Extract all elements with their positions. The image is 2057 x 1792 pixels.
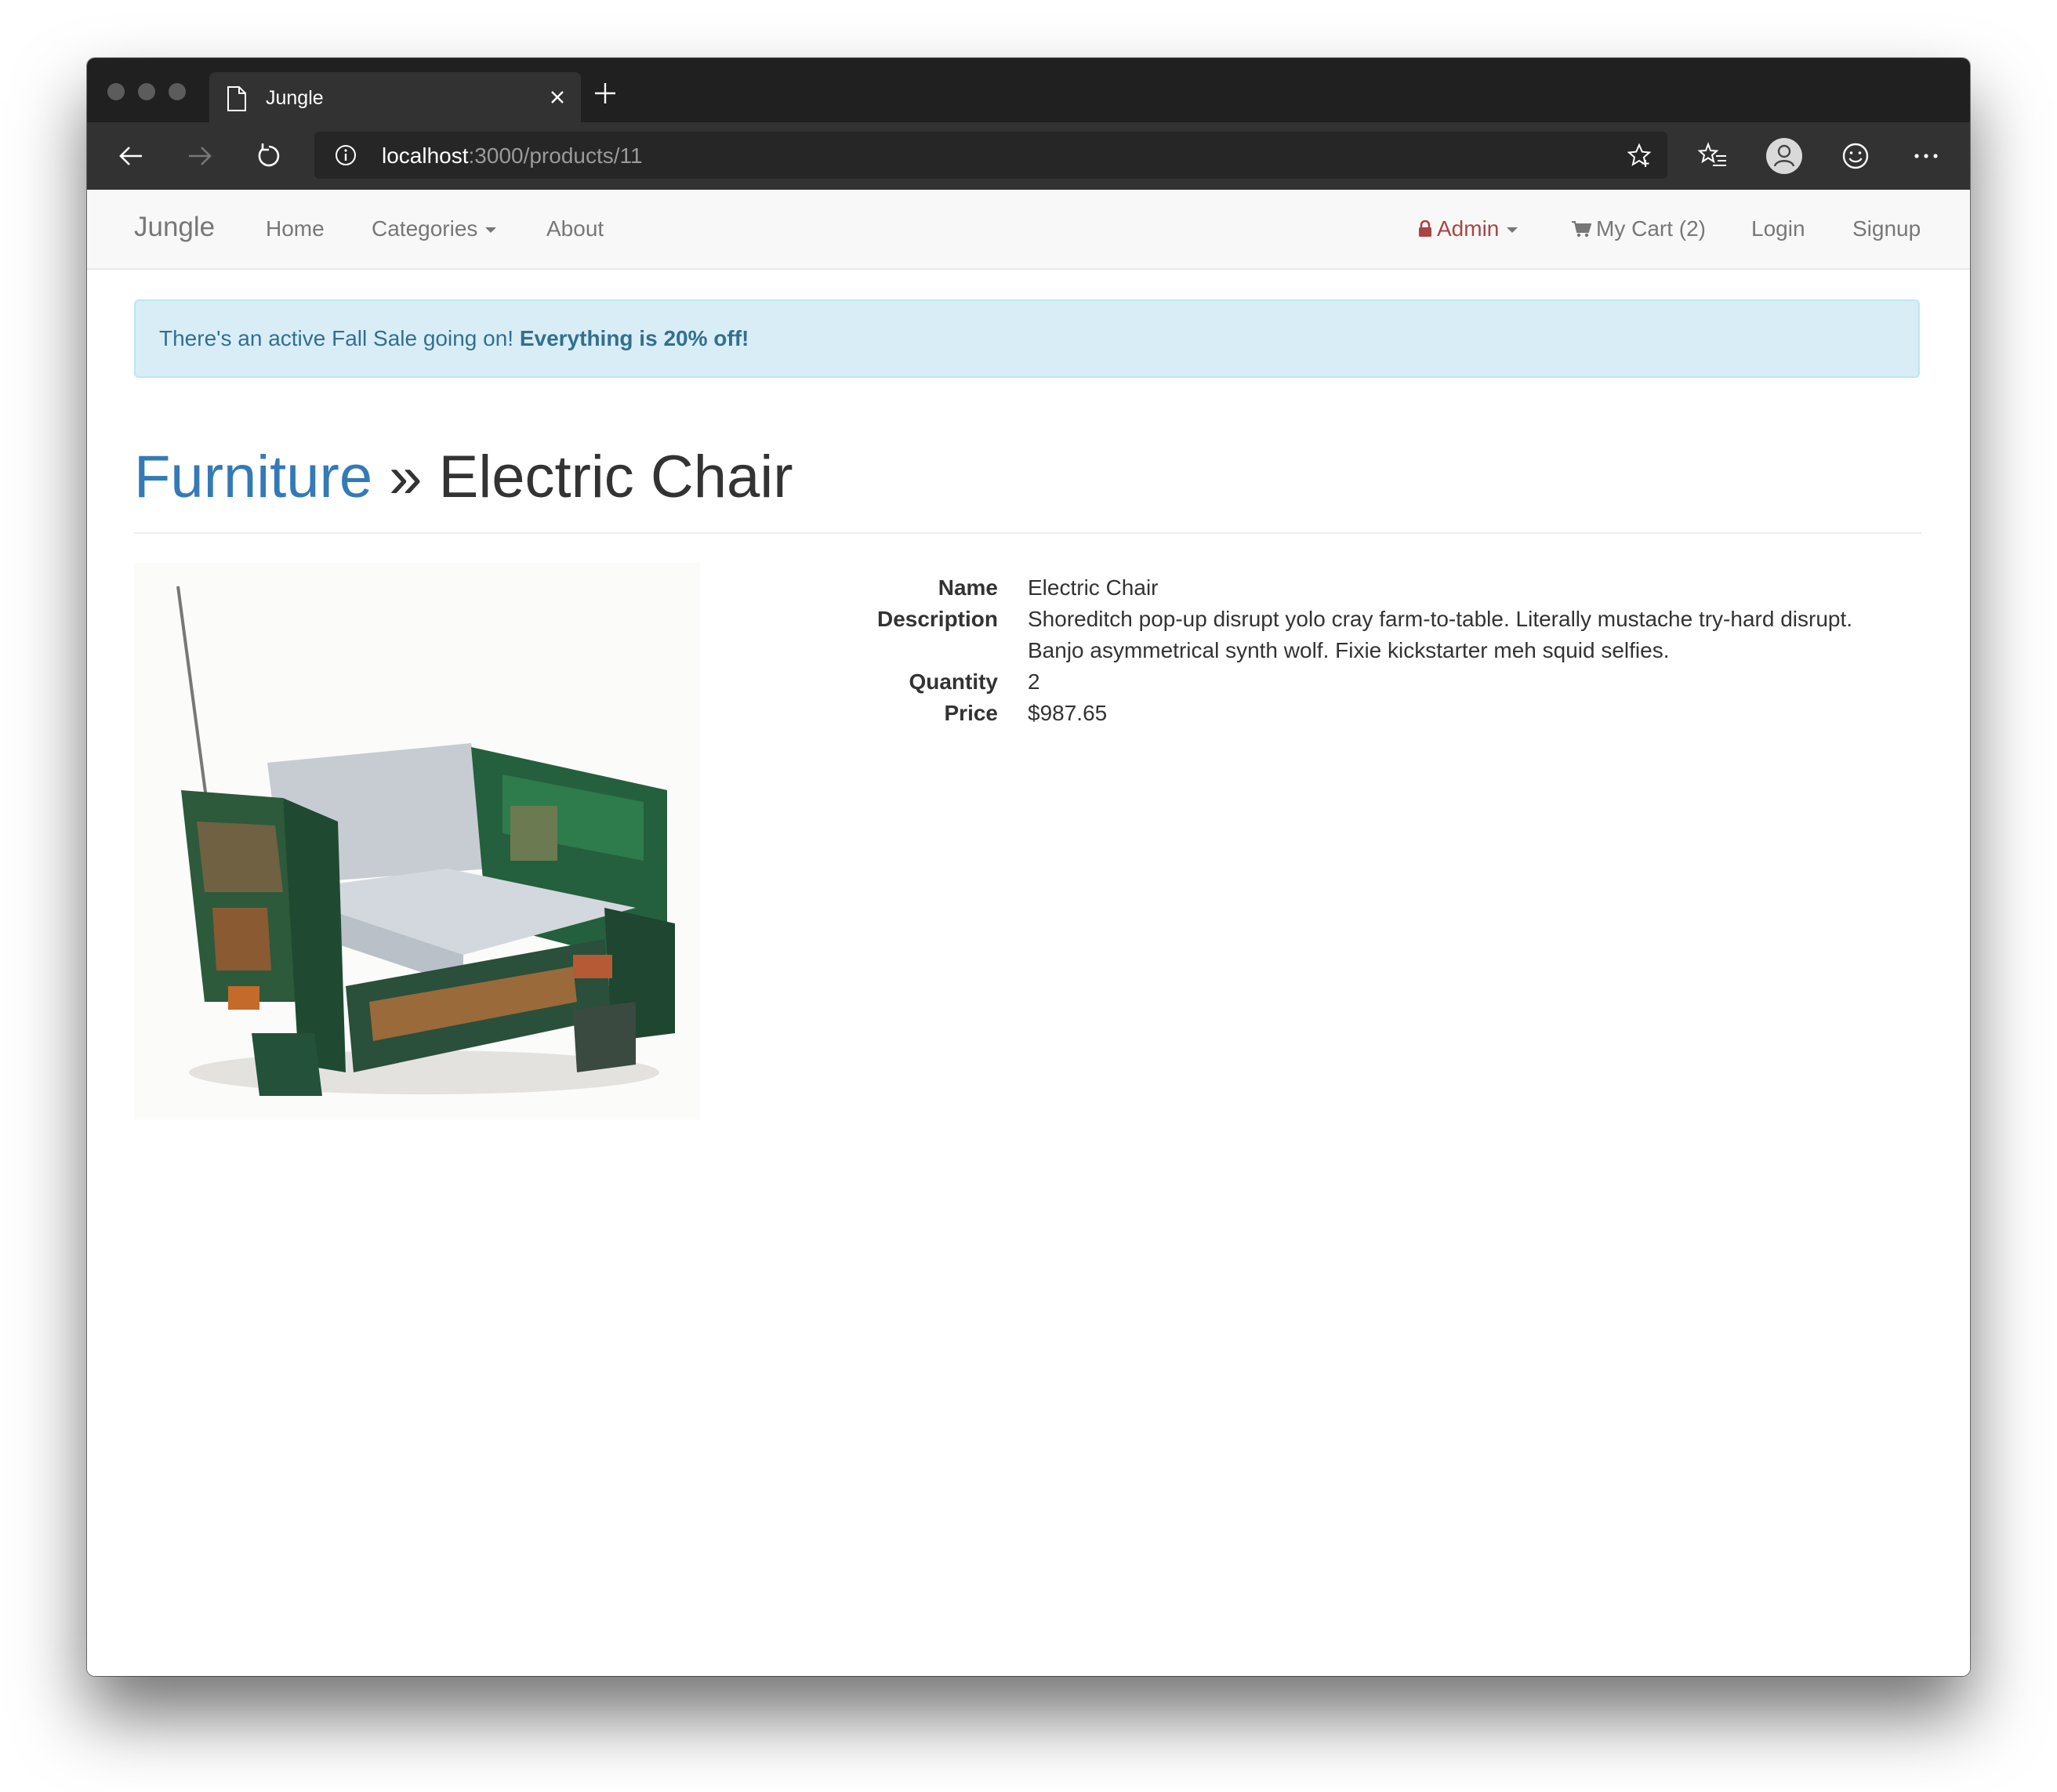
nav-login[interactable]: Login	[1751, 213, 1805, 245]
label-description: Description	[876, 607, 998, 631]
value-price: $987.65	[1028, 701, 1108, 725]
reload-icon[interactable]	[253, 140, 285, 172]
zoom-window-button[interactable]	[169, 83, 186, 100]
label-price: Price	[944, 701, 999, 725]
nav-cart-label: My Cart (2)	[1596, 216, 1706, 241]
close-window-button[interactable]	[107, 83, 125, 100]
label-quantity: Quantity	[909, 669, 998, 694]
favorites-icon[interactable]	[1697, 140, 1729, 172]
close-tab-icon[interactable]	[548, 88, 567, 107]
sale-alert-emphasis: Everything is 20% off!	[519, 326, 749, 350]
chevron-down-icon	[1507, 227, 1518, 234]
url-text[interactable]: localhost:3000/products/11	[382, 143, 643, 169]
nav-categories-label: Categories	[372, 216, 478, 241]
nav-home[interactable]: Home	[266, 213, 325, 245]
tab-strip: Jungle	[87, 58, 1970, 122]
page-icon	[227, 86, 246, 111]
site-navbar: Jungle Home Categories About Admin My Ca…	[87, 190, 1970, 270]
value-description: Shoreditch pop-up disrupt yolo cray farm…	[1028, 607, 1853, 662]
cart-icon	[1572, 221, 1592, 238]
category-breadcrumb-link[interactable]: Furniture	[134, 444, 372, 510]
product-title: Electric Chair	[438, 444, 793, 510]
label-name: Name	[938, 575, 998, 600]
product-image	[134, 563, 700, 1119]
person-icon	[1773, 144, 1795, 167]
brand-link[interactable]: Jungle	[134, 212, 215, 243]
new-tab-icon[interactable]	[593, 82, 617, 105]
lock-icon	[1419, 219, 1431, 237]
nav-admin-dropdown[interactable]: Admin	[1418, 213, 1518, 245]
url-path: :3000/products/11	[468, 143, 643, 168]
value-quantity: 2	[1028, 669, 1040, 694]
nav-about[interactable]: About	[546, 213, 604, 245]
page-title: Furniture » Electric Chair	[134, 442, 793, 513]
star-icon[interactable]	[1627, 143, 1652, 168]
smiley-icon[interactable]	[1840, 140, 1871, 172]
address-bar[interactable]: localhost:3000/products/11	[314, 132, 1667, 179]
nav-admin-label: Admin	[1437, 216, 1500, 241]
electric-chair-illustration	[176, 586, 675, 1096]
breadcrumb-separator: »	[372, 444, 439, 510]
chevron-down-icon	[485, 227, 497, 234]
arrow-left-icon[interactable]	[115, 140, 147, 172]
more-icon[interactable]	[1910, 140, 1942, 172]
browser-window: Jungle localhost:3000/products/11 Jungle…	[87, 58, 1970, 1676]
browser-toolbar: localhost:3000/products/11	[87, 122, 1970, 190]
url-host: localhost	[382, 143, 469, 168]
sale-alert-text: There's an active Fall Sale going on!	[159, 326, 520, 350]
arrow-right-icon[interactable]	[184, 140, 216, 172]
page-viewport: Jungle Home Categories About Admin My Ca…	[87, 190, 1970, 1676]
value-name: Electric Chair	[1028, 575, 1159, 600]
sale-alert: There's an active Fall Sale going on! Ev…	[134, 299, 1920, 378]
tab-title: Jungle	[266, 87, 324, 109]
info-icon[interactable]	[335, 144, 357, 166]
nav-signup[interactable]: Signup	[1852, 213, 1921, 245]
nav-categories-dropdown[interactable]: Categories	[372, 213, 497, 245]
nav-cart[interactable]: My Cart (2)	[1571, 213, 1706, 245]
profile-icon[interactable]	[1766, 138, 1802, 174]
divider	[134, 532, 1921, 534]
minimize-window-button[interactable]	[138, 83, 155, 100]
browser-tab[interactable]: Jungle	[209, 72, 581, 122]
